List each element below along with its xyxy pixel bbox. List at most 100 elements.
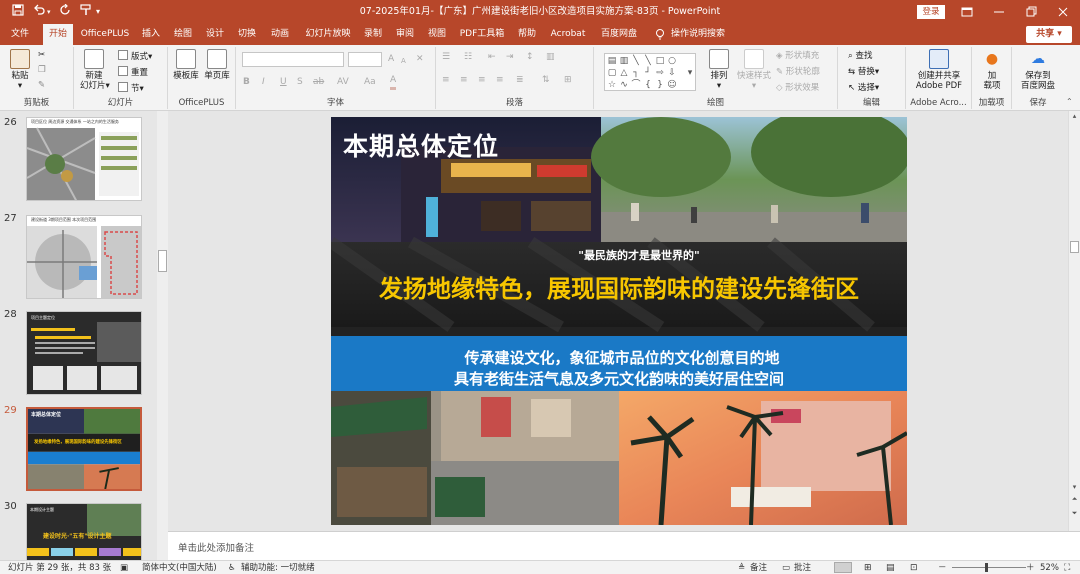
slide-scrollbar-thumb[interactable]	[1070, 241, 1079, 253]
new-slide-button[interactable]: 新建 幻灯片▾	[80, 49, 110, 91]
bullets-icon[interactable]: ☰	[442, 50, 450, 64]
curve-shape-icon[interactable]: ∿	[619, 80, 629, 90]
slide-blue-line-2[interactable]: 具有老街生活气息及多元文化韵味的美好居住空间	[331, 368, 907, 389]
notes-placeholder[interactable]: 单击此处添加备注	[178, 540, 254, 554]
shape-effects-button[interactable]: ◇ 形状效果	[776, 82, 819, 94]
italic-button[interactable]: I	[262, 75, 265, 89]
tab-view[interactable]: 视图	[424, 24, 450, 45]
distributed-icon[interactable]: ≣	[516, 73, 524, 87]
elbow-connector-shape-icon[interactable]: ┘	[643, 68, 653, 78]
share-button[interactable]: 共享 ▾	[1026, 26, 1072, 43]
textbox-shape-icon[interactable]: ▤	[607, 56, 617, 66]
font-size-field[interactable]	[348, 52, 382, 67]
rounded-rect-shape-icon[interactable]: ▢	[607, 68, 617, 78]
underline-button[interactable]: U	[280, 75, 287, 89]
increase-indent-icon[interactable]: ⇥	[506, 50, 514, 64]
align-center-icon[interactable]: ≡	[460, 73, 468, 87]
align-text-icon[interactable]: ⊞	[564, 73, 572, 87]
shape-fill-button[interactable]: ◈ 形状填充	[776, 50, 819, 62]
accessibility-status[interactable]: 辅助功能: 一切就绪	[241, 562, 315, 574]
star-shape-icon[interactable]: ☆	[607, 80, 617, 90]
slide-scrollbar[interactable]: ▴ ▾ ⏶ ⏷	[1068, 111, 1080, 531]
replace-button[interactable]: ⇆ 替换▾	[848, 66, 879, 78]
tab-design[interactable]: 设计	[202, 24, 228, 45]
tab-review[interactable]: 审阅	[392, 24, 418, 45]
oval-shape-icon[interactable]: ○	[667, 56, 677, 66]
shadow-text-button[interactable]: S	[297, 75, 303, 89]
copy-icon[interactable]: ❐	[38, 64, 46, 76]
tab-insert[interactable]: 插入	[138, 24, 164, 45]
justify-icon[interactable]: ≡	[496, 73, 504, 87]
freeform-shape-icon[interactable]: ⌒	[631, 80, 641, 90]
slide-headline[interactable]: 发扬地缘特色，展现国际韵味的建设先锋街区	[331, 269, 907, 304]
connector-shape-icon[interactable]: ┐	[631, 68, 641, 78]
shrink-font-button[interactable]: A	[401, 54, 406, 68]
single-page-library-button[interactable]: 单页库	[203, 49, 231, 81]
numbering-icon[interactable]: ☷	[464, 50, 472, 64]
vertical-textbox-shape-icon[interactable]: ▥	[619, 56, 629, 66]
tab-baidu-netdisk[interactable]: 百度网盘	[596, 24, 642, 45]
thumbnail-scrollbar[interactable]	[157, 111, 168, 560]
tab-help[interactable]: 帮助	[514, 24, 540, 45]
find-button[interactable]: ⌕ 查找	[848, 50, 872, 62]
tab-record[interactable]: 录制	[361, 24, 385, 45]
format-painter-icon[interactable]	[80, 4, 92, 16]
paste-button[interactable]: 粘贴 ▾	[6, 49, 34, 91]
columns-icon[interactable]: ▥	[546, 50, 555, 64]
tab-slideshow[interactable]: 幻灯片放映	[300, 24, 356, 45]
quick-styles-button[interactable]: 快速样式 ▾	[736, 49, 772, 91]
save-icon[interactable]	[12, 4, 24, 16]
tab-home[interactable]: 开始	[43, 24, 73, 45]
slide-thumbnail[interactable]: 项目区位 周边资源 交通体系 一站之内的生活服务	[26, 117, 142, 201]
arrange-button[interactable]: 排列 ▾	[704, 49, 734, 91]
line-spacing-icon[interactable]: ↕	[526, 50, 534, 64]
text-direction-icon[interactable]: ⇅	[542, 73, 550, 87]
save-to-netdisk-button[interactable]: ☁ 保存到 百度网盘	[1016, 49, 1060, 91]
language-indicator[interactable]: 简体中文(中国大陆)	[142, 562, 217, 574]
brace-left-shape-icon[interactable]: {	[643, 80, 653, 90]
brace-right-shape-icon[interactable]: }	[655, 80, 665, 90]
create-share-pdf-button[interactable]: 创建并共享 Adobe PDF	[910, 49, 968, 91]
ribbon-display-icon[interactable]	[957, 2, 977, 22]
down-arrow-shape-icon[interactable]: ⇩	[667, 68, 677, 78]
tab-acrobat[interactable]: Acrobat	[546, 24, 590, 45]
tab-pdf-toolbox[interactable]: PDF工具箱	[456, 24, 508, 45]
rectangle-shape-icon[interactable]: □	[655, 56, 665, 66]
smiley-shape-icon[interactable]: ☺	[667, 80, 677, 90]
strikethrough-button[interactable]: ab	[313, 75, 324, 89]
format-brush-icon[interactable]: ✎	[38, 79, 45, 91]
thumbnail-scrollbar-thumb[interactable]	[158, 250, 167, 272]
line-shape-icon[interactable]: ╲	[631, 56, 641, 66]
reading-view-icon[interactable]: ▤	[886, 562, 895, 574]
reset-button[interactable]: 重置	[118, 66, 148, 79]
select-button[interactable]: ↖ 选择▾	[848, 82, 879, 94]
right-arrow-shape-icon[interactable]: ⇨	[655, 68, 665, 78]
next-slide-icon[interactable]: ⏷	[1069, 509, 1080, 518]
bold-button[interactable]: B	[243, 75, 250, 89]
restore-icon[interactable]	[1021, 2, 1041, 22]
zoom-in-button[interactable]: ＋	[1026, 562, 1035, 574]
chevron-down-icon[interactable]: ▾	[685, 68, 695, 78]
align-left-icon[interactable]: ≡	[442, 73, 450, 87]
tab-file[interactable]: 文件	[4, 24, 36, 45]
zoom-out-button[interactable]: －	[938, 562, 947, 574]
close-icon[interactable]	[1053, 2, 1073, 22]
scroll-down-icon[interactable]: ▾	[1069, 483, 1080, 491]
tab-draw[interactable]: 绘图	[170, 24, 196, 45]
slideshow-icon[interactable]: ⊡	[910, 562, 918, 574]
section-button[interactable]: 节▾	[118, 82, 144, 95]
font-name-field[interactable]	[242, 52, 344, 67]
redo-icon[interactable]	[60, 4, 72, 16]
normal-view-icon[interactable]	[834, 562, 852, 573]
spelling-icon[interactable]: ▣	[120, 562, 128, 574]
minimize-icon[interactable]	[989, 2, 1009, 22]
slide-title[interactable]: 本期总体定位	[343, 127, 499, 163]
grow-font-button[interactable]: A	[388, 52, 394, 66]
previous-slide-icon[interactable]: ⏶	[1069, 495, 1080, 504]
triangle-shape-icon[interactable]: △	[619, 68, 629, 78]
login-button[interactable]: 登录	[917, 5, 945, 19]
notes-toggle-button[interactable]: 备注	[750, 562, 767, 574]
customize-icon[interactable]: ▾	[96, 4, 100, 20]
fit-slide-icon[interactable]: ⛶	[1064, 562, 1070, 574]
addins-button[interactable]: ● 加载项	[978, 49, 1006, 91]
